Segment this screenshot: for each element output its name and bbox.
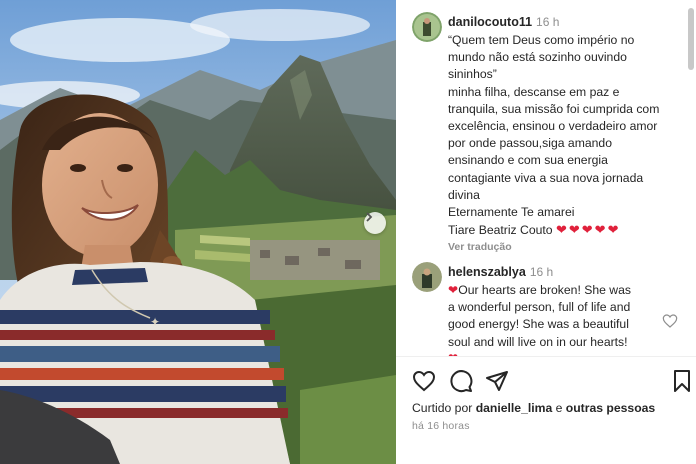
comment-line-text: soul and will live on in our hearts! <box>448 334 628 349</box>
post-actions: Curtido por danielle_lima e outras pesso… <box>396 356 696 464</box>
heart-emoji: ❤ <box>568 222 580 238</box>
svg-text:✦: ✦ <box>150 315 160 329</box>
scrollbar-thumb[interactable] <box>688 8 694 70</box>
commenter-avatar[interactable] <box>412 262 442 292</box>
caption-text: “Quem tem Deus como império no mundo não … <box>448 32 684 221</box>
caption-line: por onde passou,siga amando <box>448 136 612 151</box>
heart-outline-icon <box>662 314 678 333</box>
liked-by-user[interactable]: danielle_lima <box>476 401 553 415</box>
signature-text: Tiare Beatriz Couto <box>448 223 553 238</box>
comment-line: good energy! She was a beautiful <box>448 316 664 333</box>
post-time: 16 h <box>536 15 560 29</box>
post-age[interactable]: há 16 horas <box>412 420 470 432</box>
comment-item: helenszablya 16 h ❤Our hearts are broken!… <box>448 263 664 356</box>
paper-plane-icon <box>485 371 509 397</box>
liked-by-others[interactable]: outras pessoas <box>566 401 655 415</box>
translate-link[interactable]: Ver tradução <box>448 241 684 253</box>
comment-line-text: good energy! She was a beautiful <box>448 317 629 332</box>
caption-line: Eternamente Te amarei <box>448 205 575 220</box>
caption-line: ensinando e com sua energia <box>448 153 608 168</box>
comments-scroll-area[interactable]: danilocouto11 16 h “Quem tem Deus como im… <box>396 0 696 356</box>
comment-line: a wonderful person, full of life and <box>448 299 664 316</box>
heart-emoji: ❤ <box>607 222 619 238</box>
caption-line: minha filha, descanse em paz e <box>448 84 620 99</box>
liked-by-prefix: Curtido por <box>412 401 473 415</box>
heart-emoji: ❤ <box>594 222 606 238</box>
post-details-panel: danilocouto11 16 h “Quem tem Deus como im… <box>396 0 696 464</box>
author-username[interactable]: danilocouto11 <box>448 15 532 29</box>
bookmark-icon <box>672 370 692 397</box>
caption-line: tranquila, sua missão foi cumprida com <box>448 101 660 116</box>
author-avatar[interactable] <box>412 12 442 42</box>
comment-button[interactable] <box>449 369 473 393</box>
commenter-username[interactable]: helenszablya <box>448 265 526 279</box>
caption-line: “Quem tem Deus como império no <box>448 33 635 47</box>
post-photo[interactable]: ✦ <box>0 0 396 464</box>
caption-signature: Tiare Beatriz Couto ❤ ❤ ❤ ❤ ❤ <box>448 221 684 239</box>
comment-bubble-icon <box>449 370 473 397</box>
comment-time: 16 h <box>529 265 554 279</box>
liked-by-and: e <box>555 401 563 415</box>
comment-line: soul and will live on in our hearts! <box>448 334 664 351</box>
comment-line-text: a wonderful person, full of life and <box>448 300 631 315</box>
heart-outline-icon <box>412 370 436 397</box>
machu-picchu-selfie-image: ✦ <box>0 0 396 464</box>
comment-line-text: Our hearts are broken! She was <box>458 283 631 297</box>
caption-line: mundo não está sozinho ouvindo <box>448 50 627 65</box>
share-button[interactable] <box>485 369 509 393</box>
caption-line: excelência, ensinou o verdadeiro amor <box>448 119 658 134</box>
heart-emoji: ❤ <box>448 283 459 297</box>
signature-hearts: ❤ ❤ ❤ ❤ ❤ <box>555 222 621 238</box>
post-caption: danilocouto11 16 h “Quem tem Deus como im… <box>448 13 684 253</box>
like-button[interactable] <box>412 369 436 393</box>
caption-line: sininhos” <box>448 67 497 82</box>
heart-emoji: ❤ <box>581 222 593 238</box>
heart-emoji: ❤ <box>555 222 567 238</box>
liked-by: Curtido por danielle_lima e outras pesso… <box>412 401 655 415</box>
caption-line: contagiante viva a sua nova jornada <box>448 170 644 185</box>
next-photo-button[interactable] <box>364 212 386 234</box>
comment-text: ❤Our hearts are broken! She was a wonderf… <box>448 282 664 351</box>
caption-line: divina <box>448 187 480 202</box>
save-button[interactable] <box>672 369 696 393</box>
comment-like-button[interactable] <box>662 313 678 334</box>
comment-line: ❤Our hearts are broken! She was <box>448 282 664 299</box>
